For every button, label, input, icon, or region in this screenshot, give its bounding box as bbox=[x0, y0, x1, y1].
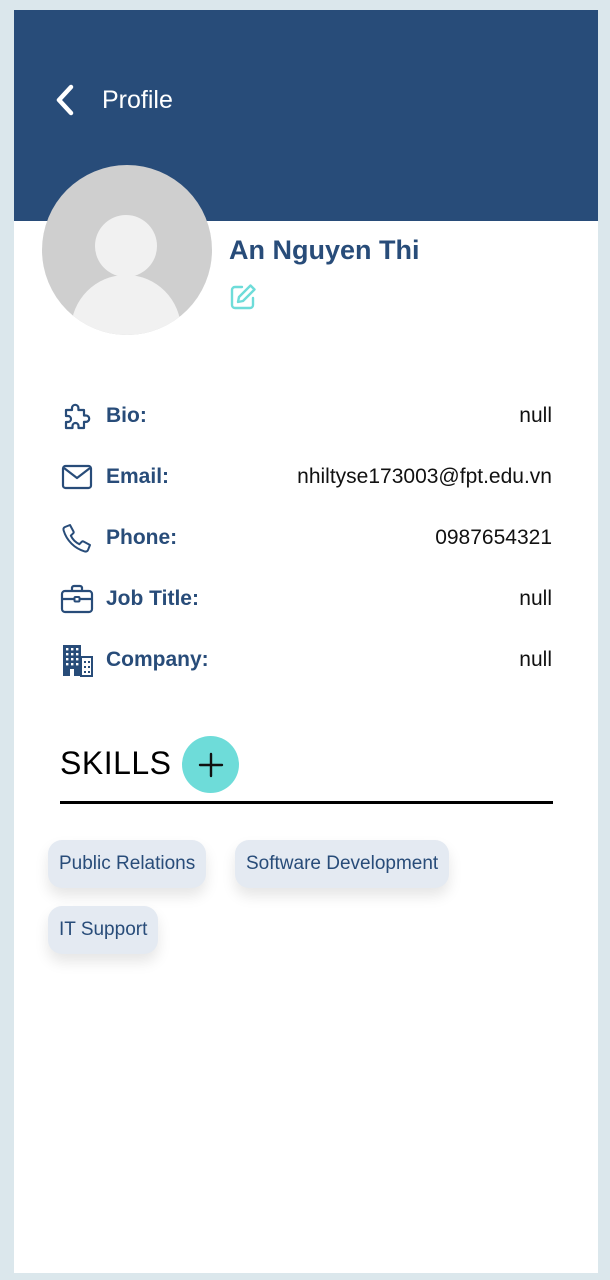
skills-title: SKILLS bbox=[60, 745, 172, 781]
building-icon bbox=[60, 643, 94, 677]
info-row-job-title: Job Title: null bbox=[60, 568, 552, 629]
profile-card: Profile An Nguyen Thi Bio: null Email: n… bbox=[14, 10, 598, 1273]
phone-value: 0987654321 bbox=[435, 525, 552, 549]
profile-info-list: Bio: null Email: nhiltyse173003@fpt.edu.… bbox=[60, 385, 552, 690]
job-title-label: Job Title: bbox=[106, 586, 199, 610]
company-value: null bbox=[519, 647, 552, 671]
briefcase-icon bbox=[60, 582, 94, 616]
phone-icon bbox=[60, 521, 94, 555]
company-label: Company: bbox=[106, 647, 209, 671]
avatar bbox=[42, 165, 212, 335]
add-skill-button[interactable] bbox=[182, 736, 239, 793]
edit-icon bbox=[230, 284, 256, 310]
back-button[interactable]: Profile bbox=[54, 80, 173, 120]
page-title: Profile bbox=[102, 85, 173, 114]
puzzle-icon bbox=[60, 399, 94, 433]
avatar-head-shape bbox=[95, 215, 157, 277]
info-row-email: Email: nhiltyse173003@fpt.edu.vn bbox=[60, 446, 552, 507]
avatar-body-shape bbox=[71, 275, 181, 335]
email-value: nhiltyse173003@fpt.edu.vn bbox=[297, 464, 552, 488]
bio-label: Bio: bbox=[106, 403, 147, 427]
mail-icon bbox=[60, 460, 94, 494]
edit-profile-button[interactable] bbox=[229, 283, 257, 311]
skill-chip[interactable]: Software Development bbox=[235, 840, 450, 888]
skill-chip[interactable]: IT Support bbox=[48, 906, 159, 954]
email-label: Email: bbox=[106, 464, 170, 488]
info-row-phone: Phone: 0987654321 bbox=[60, 507, 552, 568]
chevron-left-icon bbox=[54, 80, 82, 120]
plus-icon bbox=[198, 752, 223, 777]
skills-divider bbox=[60, 801, 553, 804]
user-name: An Nguyen Thi bbox=[229, 235, 420, 265]
skill-chip[interactable]: Public Relations bbox=[48, 840, 207, 888]
phone-label: Phone: bbox=[106, 525, 178, 549]
info-row-bio: Bio: null bbox=[60, 385, 552, 446]
job-title-value: null bbox=[519, 586, 552, 610]
bio-value: null bbox=[519, 403, 552, 427]
info-row-company: Company: null bbox=[60, 629, 552, 690]
